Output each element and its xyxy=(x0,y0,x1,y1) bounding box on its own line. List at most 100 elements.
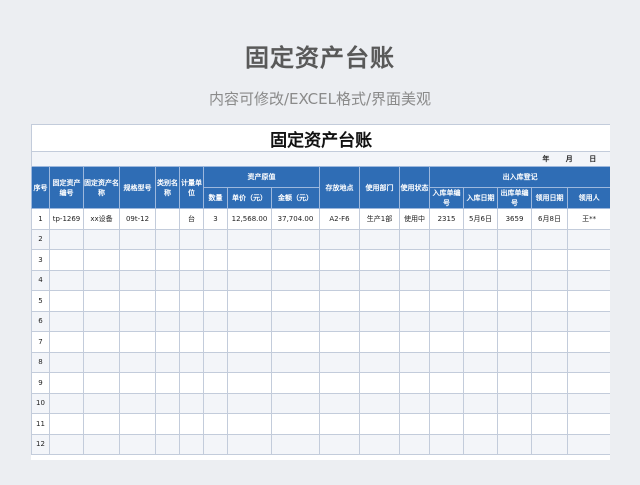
cell-category[interactable] xyxy=(155,290,180,312)
cell-use-date[interactable] xyxy=(531,249,568,271)
cell-name[interactable] xyxy=(83,372,120,394)
cell-department[interactable] xyxy=(359,392,400,414)
cell-seq[interactable]: 5 xyxy=(31,290,50,312)
cell-status[interactable] xyxy=(399,228,430,250)
cell-department[interactable] xyxy=(359,228,400,250)
cell-amount[interactable]: 37,704.00 xyxy=(271,208,320,230)
cell-use-date[interactable] xyxy=(531,310,568,332)
cell-unit[interactable] xyxy=(179,228,204,250)
cell-user[interactable] xyxy=(566,290,610,312)
cell-out-no[interactable] xyxy=(497,433,532,455)
cell-model[interactable] xyxy=(119,392,156,414)
cell-qty[interactable] xyxy=(203,331,228,353)
cell-use-date[interactable] xyxy=(531,351,568,373)
cell-in-no[interactable] xyxy=(429,372,464,394)
cell-in-no[interactable] xyxy=(429,331,464,353)
cell-out-no[interactable] xyxy=(497,351,532,373)
cell-amount[interactable] xyxy=(271,351,320,373)
cell-in-no[interactable] xyxy=(429,413,464,435)
cell-code[interactable] xyxy=(49,228,84,250)
cell-seq[interactable]: 7 xyxy=(31,331,50,353)
cell-category[interactable] xyxy=(155,433,180,455)
cell-in-no[interactable] xyxy=(429,392,464,414)
cell-location[interactable] xyxy=(319,228,360,250)
cell-seq[interactable]: 12 xyxy=(31,433,50,455)
cell-use-date[interactable] xyxy=(531,433,568,455)
cell-user[interactable] xyxy=(566,228,610,250)
cell-qty[interactable] xyxy=(203,433,228,455)
cell-category[interactable] xyxy=(155,208,180,230)
cell-in-no[interactable] xyxy=(429,228,464,250)
cell-in-no[interactable] xyxy=(429,351,464,373)
cell-code[interactable] xyxy=(49,310,84,332)
cell-location[interactable] xyxy=(319,249,360,271)
cell-category[interactable] xyxy=(155,372,180,394)
cell-status[interactable] xyxy=(399,269,430,291)
cell-name[interactable] xyxy=(83,249,120,271)
cell-qty[interactable] xyxy=(203,372,228,394)
cell-status[interactable] xyxy=(399,433,430,455)
cell-department[interactable] xyxy=(359,413,400,435)
cell-amount[interactable] xyxy=(271,433,320,455)
cell-seq[interactable]: 11 xyxy=(31,413,50,435)
cell-location[interactable] xyxy=(319,290,360,312)
cell-amount[interactable] xyxy=(271,269,320,291)
cell-code[interactable]: tp-1269 xyxy=(49,208,84,230)
cell-in-date[interactable] xyxy=(463,372,498,394)
cell-status[interactable] xyxy=(399,331,430,353)
cell-unit-price[interactable] xyxy=(227,228,272,250)
cell-unit[interactable] xyxy=(179,433,204,455)
cell-in-date[interactable]: 5月6日 xyxy=(463,208,498,230)
cell-out-no[interactable] xyxy=(497,372,532,394)
cell-model[interactable]: 09t-12 xyxy=(119,208,156,230)
cell-category[interactable] xyxy=(155,249,180,271)
cell-in-date[interactable] xyxy=(463,351,498,373)
cell-unit-price[interactable] xyxy=(227,290,272,312)
cell-model[interactable] xyxy=(119,331,156,353)
cell-seq[interactable]: 4 xyxy=(31,269,50,291)
cell-in-date[interactable] xyxy=(463,228,498,250)
cell-amount[interactable] xyxy=(271,310,320,332)
cell-user[interactable] xyxy=(566,249,610,271)
cell-unit[interactable] xyxy=(179,249,204,271)
cell-in-date[interactable] xyxy=(463,433,498,455)
cell-location[interactable] xyxy=(319,413,360,435)
cell-category[interactable] xyxy=(155,310,180,332)
cell-user[interactable] xyxy=(566,310,610,332)
cell-unit-price[interactable] xyxy=(227,351,272,373)
cell-model[interactable] xyxy=(119,351,156,373)
cell-name[interactable] xyxy=(83,269,120,291)
cell-model[interactable] xyxy=(119,228,156,250)
cell-name[interactable] xyxy=(83,290,120,312)
cell-status[interactable] xyxy=(399,249,430,271)
cell-unit-price[interactable] xyxy=(227,331,272,353)
cell-status[interactable] xyxy=(399,351,430,373)
cell-in-no[interactable] xyxy=(429,249,464,271)
cell-seq[interactable]: 9 xyxy=(31,372,50,394)
cell-in-date[interactable] xyxy=(463,290,498,312)
cell-category[interactable] xyxy=(155,269,180,291)
cell-out-no[interactable] xyxy=(497,392,532,414)
cell-user[interactable] xyxy=(566,331,610,353)
cell-qty[interactable] xyxy=(203,392,228,414)
cell-in-no[interactable] xyxy=(429,269,464,291)
cell-qty[interactable] xyxy=(203,290,228,312)
cell-amount[interactable] xyxy=(271,413,320,435)
cell-name[interactable] xyxy=(83,433,120,455)
cell-seq[interactable]: 2 xyxy=(31,228,50,250)
cell-amount[interactable] xyxy=(271,392,320,414)
cell-out-no[interactable] xyxy=(497,249,532,271)
cell-status[interactable] xyxy=(399,372,430,394)
cell-status[interactable] xyxy=(399,290,430,312)
cell-in-no[interactable] xyxy=(429,310,464,332)
cell-unit-price[interactable] xyxy=(227,310,272,332)
cell-seq[interactable]: 3 xyxy=(31,249,50,271)
cell-location[interactable]: A2-F6 xyxy=(319,208,360,230)
cell-qty[interactable] xyxy=(203,249,228,271)
cell-use-date[interactable]: 6月8日 xyxy=(531,208,568,230)
cell-department[interactable] xyxy=(359,433,400,455)
cell-unit[interactable] xyxy=(179,372,204,394)
cell-out-no[interactable]: 3659 xyxy=(497,208,532,230)
cell-category[interactable] xyxy=(155,351,180,373)
cell-use-date[interactable] xyxy=(531,392,568,414)
